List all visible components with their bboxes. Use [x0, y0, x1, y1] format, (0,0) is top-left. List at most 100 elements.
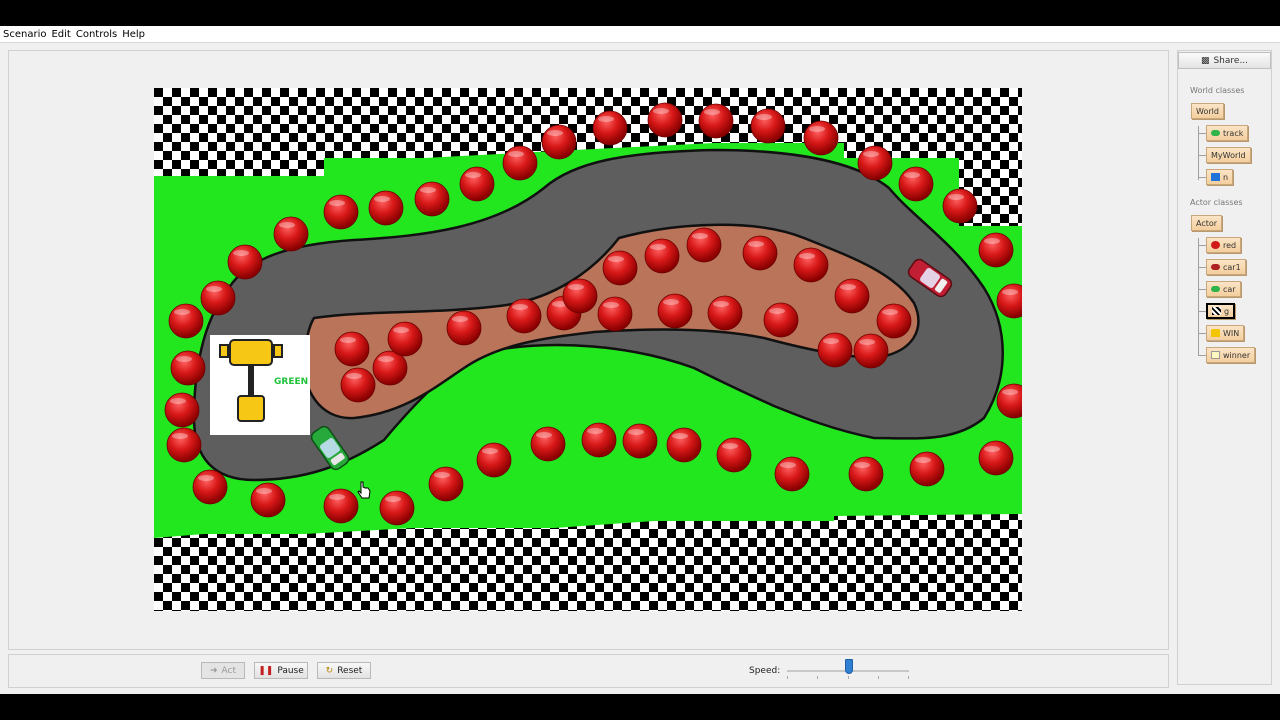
- menu-help[interactable]: Help: [122, 29, 145, 40]
- class-car[interactable]: car: [1206, 281, 1241, 297]
- red-ball[interactable]: [774, 456, 810, 492]
- red-ball[interactable]: [817, 332, 853, 368]
- class-win[interactable]: WIN: [1206, 325, 1245, 341]
- class-car1[interactable]: car1: [1206, 259, 1246, 275]
- red-ball[interactable]: [644, 238, 680, 274]
- red-ball[interactable]: [200, 280, 236, 316]
- control-bar: ➜ Act ❚❚ Pause ↻ Reset Speed:: [8, 654, 1169, 688]
- tree-line: [1198, 267, 1206, 268]
- menu-scenario[interactable]: Scenario: [3, 29, 46, 40]
- red-ball[interactable]: [698, 103, 734, 139]
- red-ball[interactable]: [192, 469, 228, 505]
- red-ball[interactable]: [459, 166, 495, 202]
- pause-button[interactable]: ❚❚ Pause: [254, 662, 308, 679]
- red-ball[interactable]: [909, 451, 945, 487]
- red-ball[interactable]: [763, 302, 799, 338]
- red-ball[interactable]: [581, 422, 617, 458]
- red-ball[interactable]: [898, 166, 934, 202]
- ball-highlight: [608, 256, 624, 262]
- red-ball[interactable]: [502, 145, 538, 181]
- red-ball[interactable]: [848, 456, 884, 492]
- ball-highlight: [452, 316, 468, 322]
- ball-highlight: [603, 302, 619, 308]
- tree-line: [1198, 289, 1206, 290]
- red-ball[interactable]: [323, 488, 359, 524]
- red-ball[interactable]: [978, 232, 1014, 268]
- red-ball[interactable]: [273, 216, 309, 252]
- red-ball[interactable]: [657, 293, 693, 329]
- red-ball[interactable]: [368, 190, 404, 226]
- red-ball[interactable]: [530, 426, 566, 462]
- red-ball[interactable]: [876, 303, 912, 339]
- red-ball[interactable]: [793, 247, 829, 283]
- class-label: car1: [1223, 262, 1241, 272]
- car-icon: [1211, 130, 1220, 136]
- ball-highlight: [748, 241, 764, 247]
- class-n[interactable]: n: [1206, 169, 1234, 185]
- class-track[interactable]: track: [1206, 125, 1249, 141]
- red-ball[interactable]: [379, 490, 415, 526]
- red-ball[interactable]: [857, 145, 893, 181]
- red-ball[interactable]: [227, 244, 263, 280]
- class-g[interactable]: g: [1206, 303, 1236, 319]
- class-actor[interactable]: Actor: [1191, 215, 1223, 231]
- red-ball[interactable]: [168, 303, 204, 339]
- red-ball[interactable]: [428, 466, 464, 502]
- red-ball[interactable]: [978, 440, 1014, 476]
- red-ball[interactable]: [942, 188, 978, 224]
- red-ball[interactable]: [387, 321, 423, 357]
- red-ball[interactable]: [853, 333, 889, 369]
- red-ball[interactable]: [164, 392, 200, 428]
- ball-highlight: [769, 308, 785, 314]
- red-ball[interactable]: [647, 102, 683, 138]
- red-ball[interactable]: [506, 298, 542, 334]
- red-ball[interactable]: [803, 120, 839, 156]
- world-canvas[interactable]: GREEN: [154, 88, 1022, 611]
- red-ball[interactable]: [742, 235, 778, 271]
- menu-edit[interactable]: Edit: [51, 29, 70, 40]
- ball-highlight: [915, 457, 931, 463]
- class-myworld[interactable]: MyWorld: [1206, 147, 1251, 163]
- ball-highlight: [256, 488, 272, 494]
- class-red[interactable]: red: [1206, 237, 1242, 253]
- red-ball[interactable]: [334, 331, 370, 367]
- winner-trophy: GREEN: [210, 335, 310, 435]
- red-ball[interactable]: [686, 227, 722, 263]
- share-label: Share...: [1213, 55, 1249, 66]
- red-ball[interactable]: [562, 278, 598, 314]
- reset-button[interactable]: ↻ Reset: [317, 662, 371, 679]
- red-ball[interactable]: [592, 110, 628, 146]
- ball-highlight: [482, 448, 498, 454]
- class-world[interactable]: World: [1191, 103, 1224, 119]
- red-ball[interactable]: [166, 427, 202, 463]
- speed-slider-thumb[interactable]: [845, 659, 853, 674]
- red-ball[interactable]: [707, 295, 743, 331]
- red-ball[interactable]: [340, 367, 376, 403]
- ball-highlight: [756, 114, 772, 120]
- red-ball[interactable]: [170, 350, 206, 386]
- red-ball[interactable]: [750, 108, 786, 144]
- blue-square-icon: [1211, 173, 1220, 181]
- class-winner[interactable]: winner: [1206, 347, 1256, 363]
- menu-controls[interactable]: Controls: [76, 29, 117, 40]
- red-ball[interactable]: [622, 423, 658, 459]
- ball-highlight: [465, 172, 481, 178]
- red-ball[interactable]: [541, 124, 577, 160]
- tree-line: [1198, 333, 1206, 334]
- red-ball[interactable]: [323, 194, 359, 230]
- ball-highlight: [704, 109, 720, 115]
- red-ball[interactable]: [834, 278, 870, 314]
- act-button[interactable]: ➜ Act: [201, 662, 245, 679]
- share-button[interactable]: ▩ Share...: [1178, 52, 1271, 69]
- red-ball[interactable]: [476, 442, 512, 478]
- red-ball[interactable]: [597, 296, 633, 332]
- ball-highlight: [547, 130, 563, 136]
- red-ball[interactable]: [602, 250, 638, 286]
- red-ball[interactable]: [414, 181, 450, 217]
- red-ball[interactable]: [666, 427, 702, 463]
- red-ball[interactable]: [250, 482, 286, 518]
- red-ball[interactable]: [446, 310, 482, 346]
- class-label: winner: [1223, 350, 1251, 360]
- speed-tick: [787, 676, 788, 679]
- red-ball[interactable]: [716, 437, 752, 473]
